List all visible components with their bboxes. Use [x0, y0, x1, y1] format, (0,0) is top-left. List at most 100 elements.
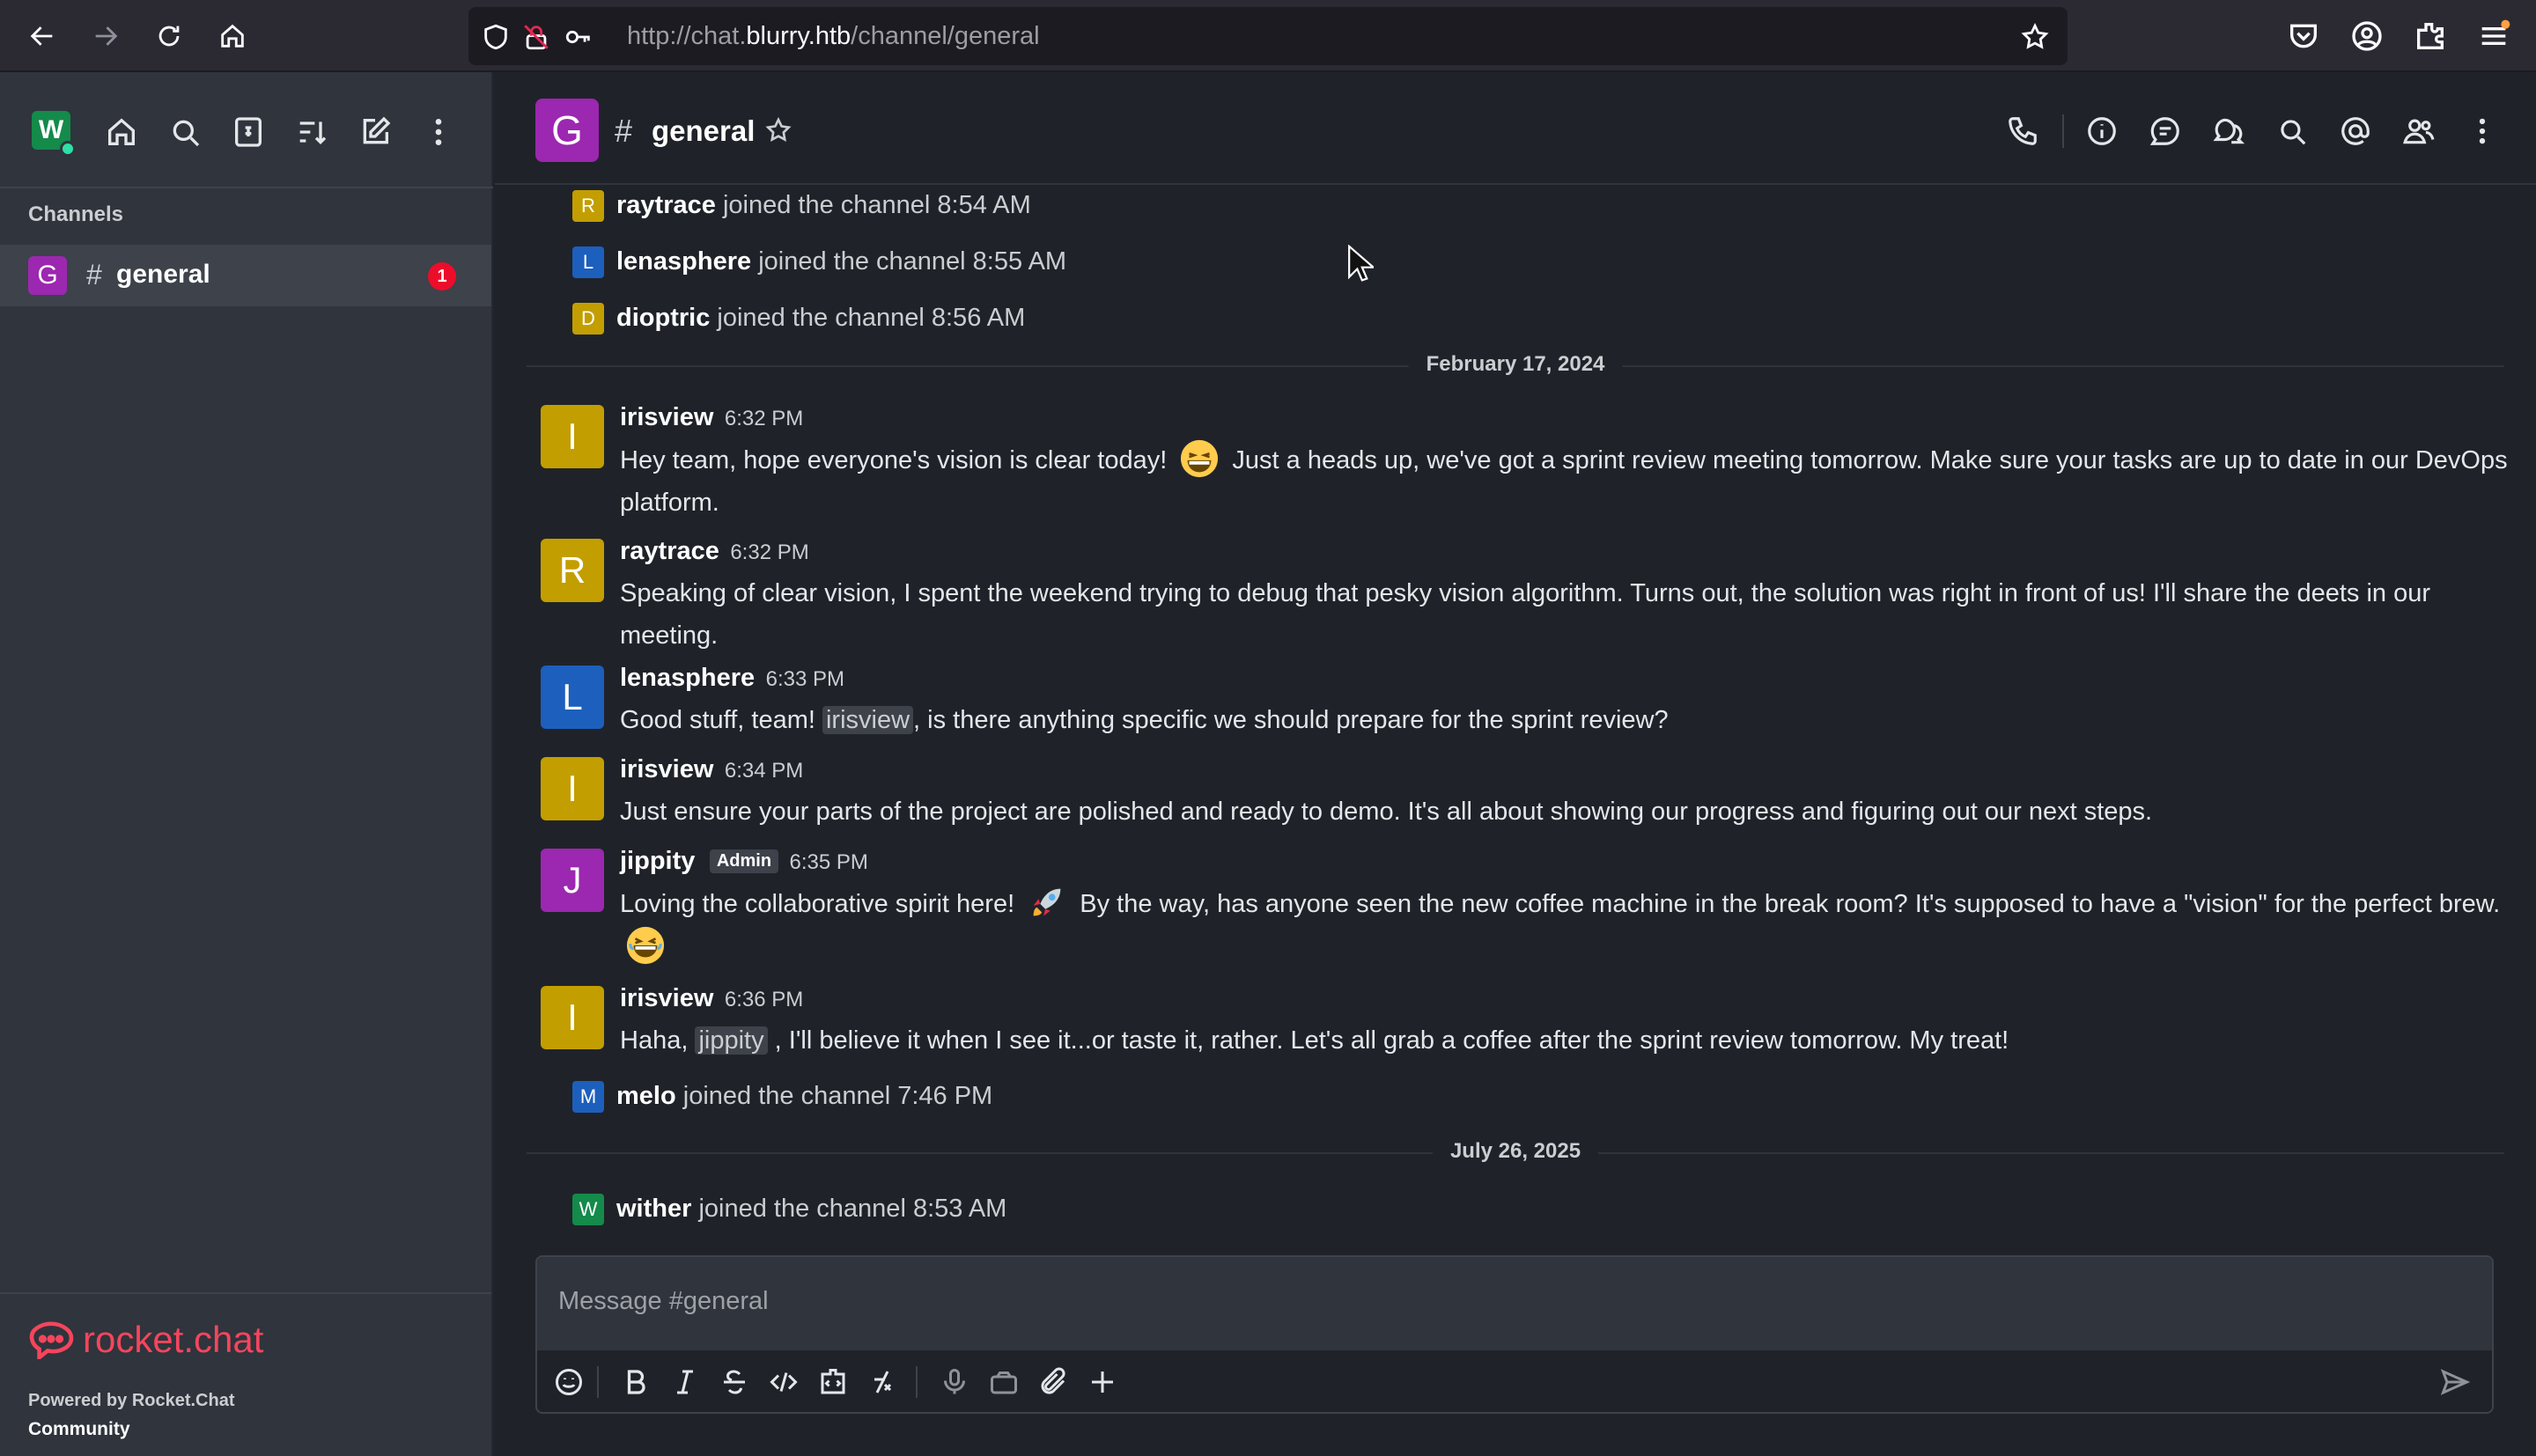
kebab-menu-icon[interactable]	[421, 114, 456, 150]
system-message-text: wither joined the channel 8:53 AM	[616, 1195, 1007, 1223]
info-icon[interactable]	[2085, 114, 2119, 148]
avatar[interactable]: R	[541, 539, 604, 602]
microphone-icon[interactable]	[939, 1366, 970, 1398]
room-title[interactable]: general	[652, 114, 755, 148]
reload-icon	[158, 26, 180, 47]
back-button[interactable]	[25, 18, 60, 54]
arrow-left-icon	[30, 26, 53, 46]
message-body: Good stuff, team! irisview, is there any…	[620, 706, 1669, 734]
username[interactable]: dioptric	[616, 304, 710, 332]
username[interactable]: irisview	[620, 984, 713, 1012]
section-label-channels: Channels	[28, 202, 124, 226]
avatar[interactable]: I	[541, 986, 604, 1049]
code-block-icon[interactable]	[817, 1366, 849, 1398]
forward-button[interactable]	[88, 18, 123, 54]
app-menu-icon[interactable]	[2476, 18, 2511, 54]
favorite-star-icon[interactable]	[764, 116, 792, 144]
system-message-text: raytrace joined the channel 8:54 AM	[616, 191, 1031, 219]
room-header: G # general	[495, 72, 2536, 185]
avatar[interactable]: M	[572, 1081, 604, 1113]
formula-icon[interactable]	[866, 1366, 898, 1398]
attachment-icon[interactable]	[1037, 1366, 1069, 1398]
message-time: 6:35 PM	[789, 850, 868, 874]
call-icon[interactable]	[2006, 114, 2039, 148]
message-header: irisview 6:36 PM	[620, 984, 803, 1014]
account-icon[interactable]	[2349, 18, 2385, 54]
arrow-right-icon	[95, 26, 118, 46]
extensions-icon[interactable]	[2413, 18, 2448, 54]
hash-icon: #	[615, 113, 633, 149]
username[interactable]: lenasphere	[616, 247, 751, 276]
avatar[interactable]: R	[572, 190, 604, 222]
username[interactable]: lenasphere	[620, 664, 755, 692]
username[interactable]: irisview	[620, 403, 713, 431]
avatar[interactable]: L	[541, 665, 604, 729]
pocket-icon[interactable]	[2286, 18, 2321, 54]
home-icon[interactable]	[104, 114, 139, 150]
message-composer	[535, 1255, 2494, 1414]
key-icon[interactable]	[564, 22, 593, 52]
url-bar[interactable]: http://chat.blurry.htb/channel/general	[468, 7, 2068, 65]
sort-icon[interactable]	[294, 114, 329, 150]
toolbar-separator	[597, 1366, 599, 1398]
unread-badge: 1	[428, 262, 456, 290]
send-icon[interactable]	[2439, 1366, 2471, 1398]
avatar[interactable]: D	[572, 303, 604, 335]
reload-button[interactable]	[151, 18, 187, 54]
user-mention[interactable]: irisview	[822, 706, 914, 734]
avatar[interactable]: W	[572, 1194, 604, 1225]
discussions-icon[interactable]	[2212, 114, 2245, 148]
lock-insecure-icon[interactable]	[521, 22, 551, 52]
mouse-cursor-icon	[1348, 245, 1374, 282]
hash-icon: #	[86, 259, 102, 290]
avatar[interactable]: I	[541, 757, 604, 820]
video-message-icon[interactable]	[988, 1366, 1020, 1398]
date-divider: February 17, 2024	[527, 352, 2504, 379]
directory-icon[interactable]	[231, 114, 266, 150]
username[interactable]: wither	[616, 1195, 691, 1223]
sidebar-toolbar: W	[0, 72, 493, 188]
message-body: Just ensure your parts of the project ar…	[620, 798, 2153, 826]
message-list[interactable]: R raytrace joined the channel 8:54 AM L …	[495, 187, 2536, 1248]
threads-icon[interactable]	[2149, 114, 2182, 148]
strikethrough-icon[interactable]	[719, 1366, 750, 1398]
message-time: 6:33 PM	[765, 667, 844, 691]
message-body: Speaking of clear vision, I spent the we…	[620, 579, 2431, 650]
bold-icon[interactable]	[620, 1366, 652, 1398]
username[interactable]: raytrace	[616, 191, 716, 219]
user-mention[interactable]: jippity	[695, 1026, 768, 1055]
role-badge-admin: Admin	[709, 849, 779, 873]
username[interactable]: melo	[616, 1082, 676, 1110]
message-input[interactable]	[558, 1287, 2451, 1316]
create-new-icon[interactable]	[358, 114, 393, 150]
home-button[interactable]	[215, 18, 250, 54]
sidebar-item-general[interactable]: G # general 1	[0, 245, 491, 306]
room-avatar[interactable]: G	[535, 99, 599, 162]
search-icon[interactable]	[2275, 114, 2309, 148]
username[interactable]: raytrace	[620, 537, 719, 565]
username[interactable]: jippity	[620, 847, 695, 875]
channel-avatar: G	[28, 256, 67, 295]
kebab-menu-icon[interactable]	[2466, 114, 2499, 148]
channel-name: general	[116, 260, 210, 289]
shield-icon[interactable]	[481, 22, 511, 52]
avatar[interactable]: I	[541, 405, 604, 468]
bookmark-star-icon[interactable]	[2020, 22, 2050, 52]
inline-code-icon[interactable]	[768, 1366, 800, 1398]
members-icon[interactable]	[2402, 114, 2436, 148]
sidebar: W Channels G # general 1 rocket.chat Pow…	[0, 72, 493, 1456]
emoji-icon[interactable]	[553, 1366, 585, 1398]
message-time: 6:32 PM	[724, 407, 804, 430]
username[interactable]: irisview	[620, 755, 713, 783]
message-header: irisview 6:32 PM	[620, 403, 803, 433]
search-icon[interactable]	[167, 114, 203, 150]
system-message-text: melo joined the channel 7:46 PM	[616, 1082, 993, 1110]
mentions-at-icon[interactable]	[2339, 114, 2372, 148]
plus-icon[interactable]	[1087, 1366, 1118, 1398]
avatar[interactable]: L	[572, 246, 604, 278]
system-message: D dioptric joined the channel 8:56 AM	[572, 299, 2157, 335]
avatar[interactable]: J	[541, 849, 604, 912]
italic-icon[interactable]	[669, 1366, 701, 1398]
laughing-emoji-icon	[626, 926, 665, 965]
url-text[interactable]: http://chat.blurry.htb/channel/general	[627, 22, 1040, 51]
